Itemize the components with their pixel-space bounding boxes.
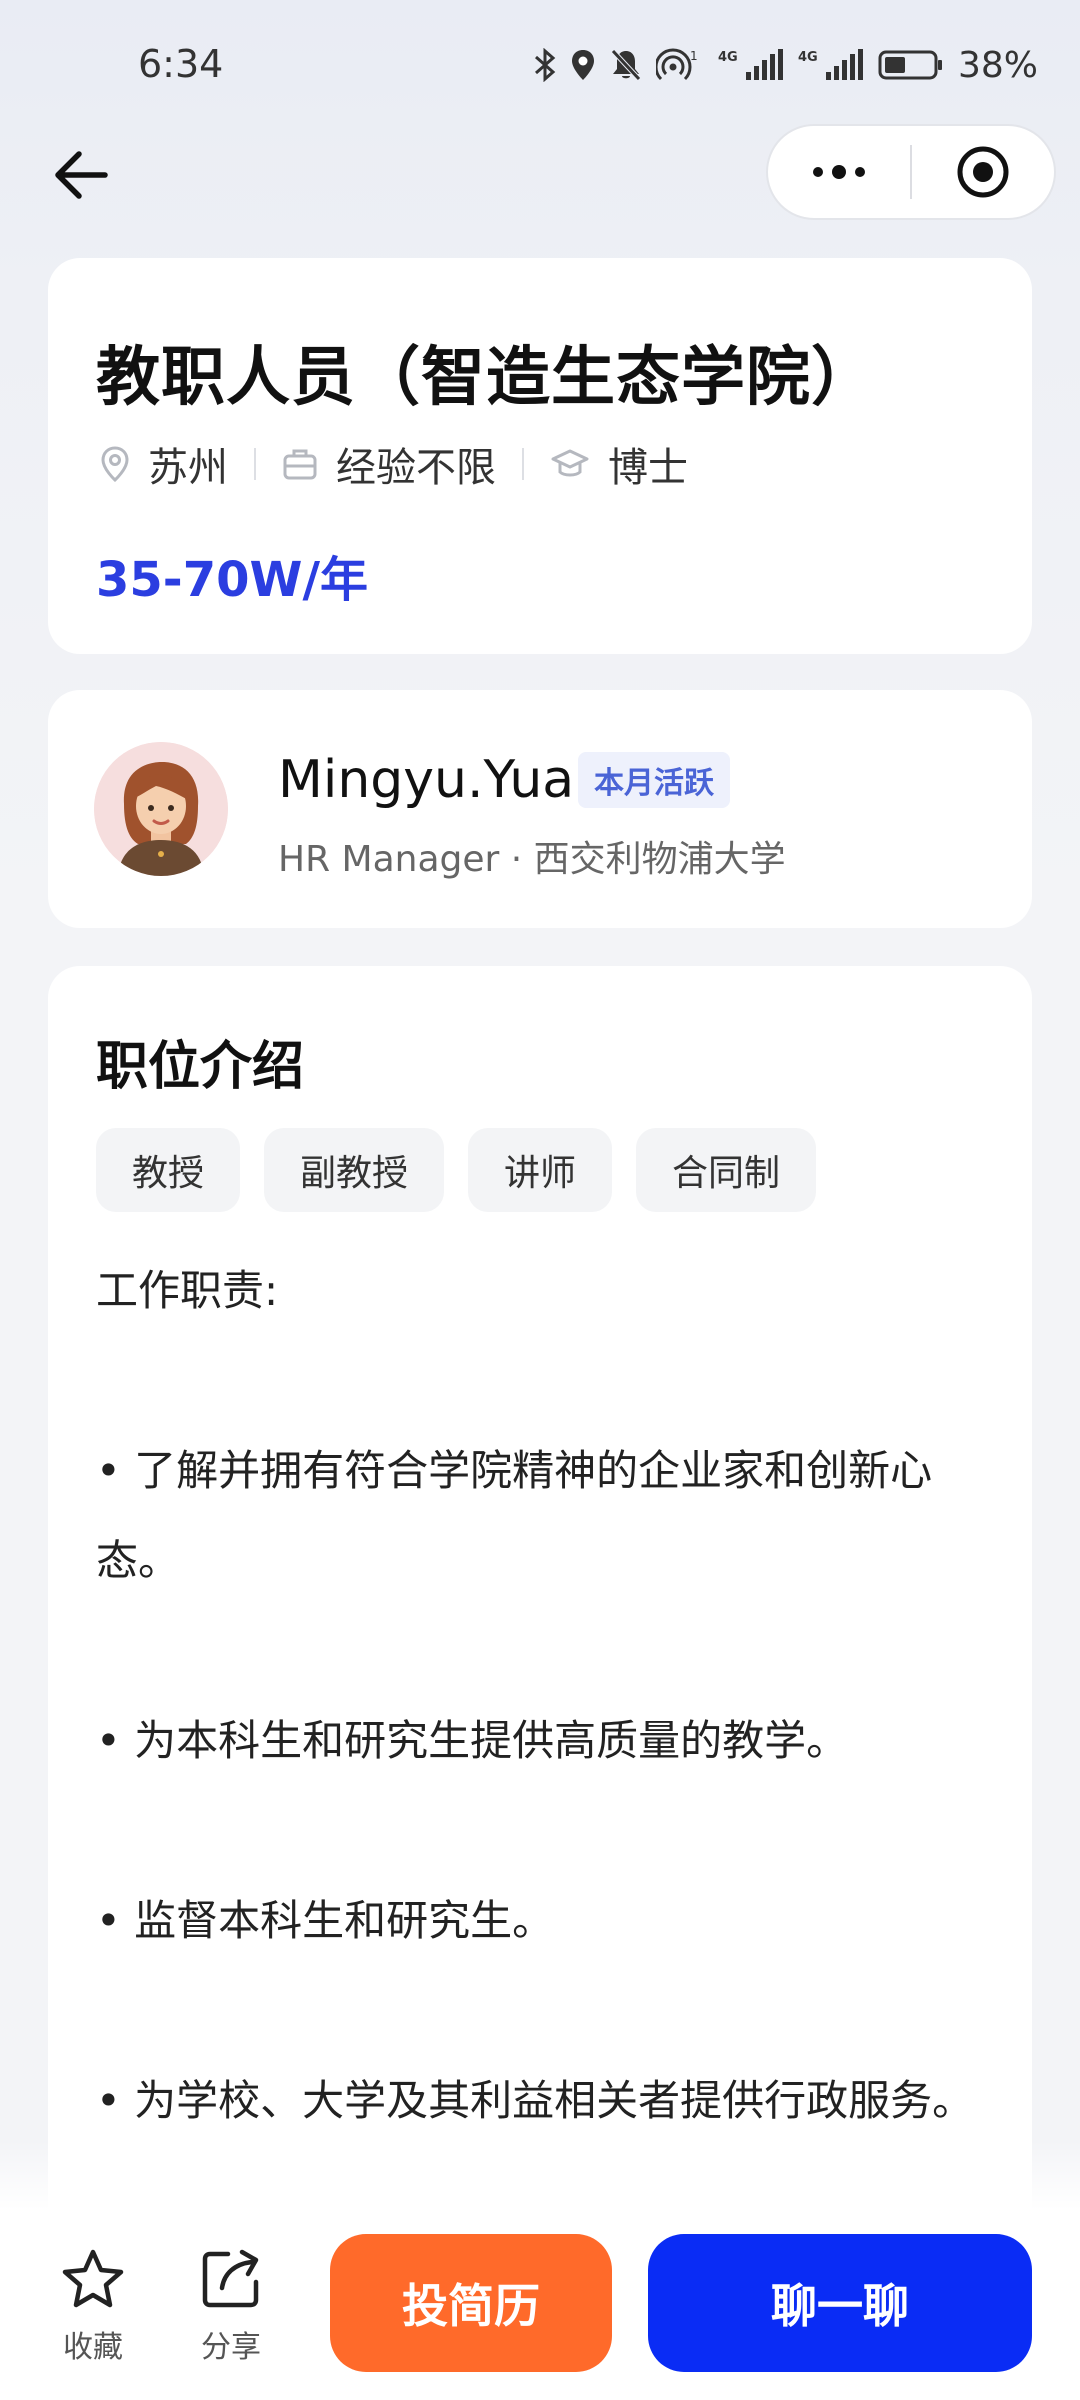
share-button[interactable]: 分享 [186, 2248, 276, 2366]
hr-card[interactable]: Mingyu.Yuan 本月活跃 HR Manager · 西交利物浦大学 [48, 690, 1032, 928]
description-paragraph [96, 1606, 996, 1696]
experience-text: 经验不限 [336, 445, 496, 491]
scroll-fade [0, 2140, 1080, 2210]
more-button[interactable] [768, 126, 910, 218]
share-label: 分享 [201, 2330, 261, 2365]
chat-button[interactable]: 聊一聊 [648, 2234, 1032, 2372]
description-paragraph: • 为本科生和研究生提供高质量的教学。 [96, 1716, 849, 1765]
tag-list: 教授 副教授 讲师 合同制 [96, 1128, 817, 1212]
more-icon [813, 165, 865, 179]
mute-bell-icon [611, 49, 641, 81]
briefcase-icon [283, 449, 317, 480]
apply-resume-button[interactable]: 投简历 [330, 2234, 612, 2372]
description-paragraph [96, 1786, 996, 1876]
active-badge: 本月活跃 [578, 752, 730, 808]
signal-4g-icon: 4G [718, 49, 783, 80]
status-bar: 6:34 1 4G 4G 38% [0, 0, 1080, 130]
education-text: 博士 [608, 445, 688, 491]
description-paragraph: • 监督本科生和研究生。 [96, 1896, 555, 1945]
status-time: 6:34 [138, 42, 224, 86]
avatar-illustration [94, 742, 228, 876]
meta-education: 博士 [550, 435, 688, 493]
battery-icon [878, 50, 942, 80]
job-meta: 苏州 经验不限 博士 [100, 436, 688, 492]
job-summary-card: 教职人员（智造生态学院） 苏州 经验不限 博士 35-70W/年 [48, 258, 1032, 654]
avatar [94, 742, 228, 876]
tag: 教授 [96, 1128, 241, 1212]
meta-location: 苏州 [100, 435, 228, 493]
meta-divider [522, 448, 524, 480]
close-miniprogram-button[interactable] [912, 126, 1054, 218]
meta-experience: 经验不限 [282, 435, 496, 493]
location-text: 苏州 [148, 445, 228, 491]
description-paragraph: 工作职责: [96, 1266, 279, 1315]
hr-name: Mingyu.Yuan [278, 750, 608, 810]
favorite-button[interactable]: 收藏 [48, 2248, 138, 2366]
hr-subtitle: HR Manager · 西交利物浦大学 [278, 839, 786, 880]
description-paragraph [96, 1966, 996, 2056]
location-pin-icon [101, 446, 129, 483]
job-detail-page: 6:34 1 4G 4G 38% 教职人员（智造生态学院） 苏州 经验不限 博士… [0, 0, 1080, 2400]
target-icon [957, 146, 1009, 198]
star-icon [62, 2249, 124, 2308]
description-heading: 职位介绍 [96, 1037, 305, 1097]
signal-4g-icon: 4G [798, 49, 863, 80]
svg-text:4G: 4G [798, 50, 818, 65]
status-icons: 1 4G 4G 38% [534, 42, 1038, 88]
bluetooth-icon [534, 48, 556, 82]
tag: 合同制 [636, 1128, 817, 1212]
description-paragraph: • 了解并拥有符合学院精神的企业家和创新心态。 [96, 1446, 933, 1585]
svg-text:4G: 4G [718, 50, 738, 65]
arrow-left-icon [55, 151, 108, 199]
favorite-label: 收藏 [63, 2330, 123, 2365]
hotspot-icon: 1 [655, 48, 698, 81]
job-title: 教职人员（智造生态学院） [96, 341, 876, 415]
location-icon [571, 50, 594, 80]
back-button[interactable] [46, 140, 116, 210]
graduation-cap-icon [551, 449, 589, 477]
description-body: 工作职责: • 了解并拥有符合学院精神的企业家和创新心态。 • 为本科生和研究生… [96, 1246, 996, 2146]
salary-text: 35-70W/年 [96, 552, 368, 608]
battery-percent: 38% [957, 44, 1038, 86]
tag: 讲师 [468, 1128, 613, 1212]
bottom-action-bar: 收藏 分享 投简历 聊一聊 [0, 2208, 1080, 2400]
share-icon [202, 2249, 259, 2308]
svg-text:1: 1 [690, 49, 698, 63]
mini-program-capsule [766, 124, 1056, 220]
description-paragraph: • 为学校、大学及其利益相关者提供行政服务。 [96, 2076, 975, 2125]
meta-divider [254, 448, 256, 480]
description-paragraph [96, 1336, 996, 1426]
tag: 副教授 [264, 1128, 445, 1212]
